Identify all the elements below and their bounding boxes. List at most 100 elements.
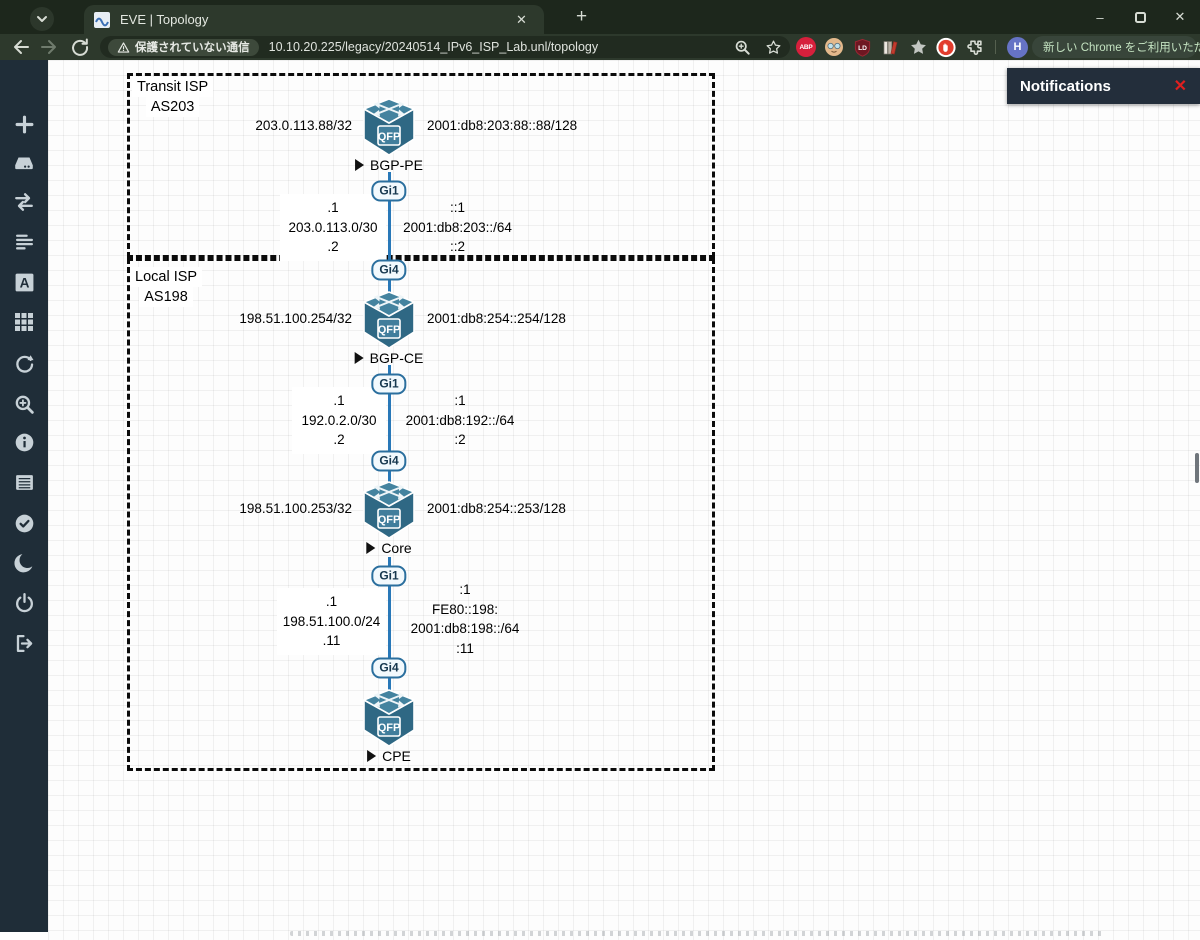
adblock-plus-extension-icon[interactable]: ABP (796, 37, 816, 57)
window-close-button[interactable]: ✕ (1160, 0, 1200, 34)
zone-local-label[interactable]: Local ISP AS198 (130, 267, 202, 307)
security-chip-text: 保護されていない通信 (135, 39, 250, 55)
plus-icon (14, 114, 35, 135)
address-bar[interactable]: 保護されていない通信 10.10.20.225/legacy/20240514_… (100, 36, 790, 58)
svg-text:LD: LD (858, 44, 867, 51)
link2-right-labels: :12001:db8:192::/64:2 (400, 387, 520, 454)
tab-search-button[interactable] (30, 7, 54, 31)
notifications-title: Notifications (1020, 78, 1111, 95)
router-cpe[interactable]: QFP (357, 688, 421, 748)
table-list-icon (14, 472, 35, 493)
url-text[interactable]: 10.10.20.225/legacy/20240514_IPv6_ISP_La… (269, 40, 598, 54)
bookmark-star-icon[interactable] (765, 39, 782, 56)
warning-icon (117, 41, 130, 54)
sidebar-dark-mode-button[interactable] (0, 546, 48, 580)
node-name-text: CPE (382, 748, 411, 764)
play-icon (355, 159, 364, 171)
browser-tab[interactable]: EVE | Topology ✕ (84, 5, 544, 34)
sidebar-networks-button[interactable] (0, 185, 48, 219)
router-bgp-pe[interactable]: QFP (357, 97, 421, 157)
chrome-update-button[interactable]: 新しい Chrome をご利用いただけます ••• (1032, 36, 1197, 58)
eve-favicon (94, 12, 110, 28)
node-label-bgp-pe[interactable]: BGP-PE (355, 157, 423, 173)
sidebar-lab-tasks-button[interactable] (0, 506, 48, 540)
new-tab-button[interactable]: + (576, 8, 587, 26)
node-name-text: BGP-PE (370, 157, 423, 173)
sidebar-startup-configs-button[interactable] (0, 224, 48, 258)
security-chip[interactable]: 保護されていない通信 (108, 39, 259, 56)
ipv4-label-bgp-ce: 198.51.100.254/32 (148, 311, 352, 326)
router-bgp-ce[interactable]: QFP (357, 290, 421, 350)
sidebar-status-button[interactable] (0, 425, 48, 459)
scrollbar-thumb[interactable] (1195, 453, 1199, 483)
qfp-chip-label: QFP (378, 131, 401, 143)
power-icon (14, 592, 35, 613)
router-core[interactable]: QFP (357, 480, 421, 540)
config-lines-icon (14, 231, 35, 252)
refresh-icon (14, 354, 35, 375)
browser-tab-strip: EVE | Topology ✕ + – ✕ (0, 0, 1200, 34)
window-maximize-button[interactable] (1120, 0, 1160, 34)
link1-right-labels: ::12001:db8:203::/64::2 (400, 194, 515, 261)
link3-left-labels: .1198.51.100.0/24.11 (277, 588, 386, 655)
iface-badge-gi4[interactable]: Gi4 (371, 451, 406, 472)
play-icon (366, 542, 375, 554)
sidebar-logout-button[interactable] (0, 626, 48, 660)
ipv4-label-bgp-pe: 203.0.113.88/32 (148, 118, 352, 133)
record-hand-extension-icon[interactable] (936, 37, 956, 57)
notifications-panel: Notifications ✕ (1007, 68, 1200, 104)
node-label-core[interactable]: Core (366, 540, 411, 556)
tab-close-button[interactable]: ✕ (513, 11, 530, 28)
node-label-bgp-ce[interactable]: BGP-CE (355, 350, 424, 366)
play-icon (367, 750, 376, 762)
iface-badge-gi4[interactable]: Gi4 (371, 260, 406, 281)
ld-shield-extension-icon[interactable]: LD (852, 37, 872, 57)
grid-icon (14, 312, 34, 332)
iface-badge-gi1[interactable]: Gi1 (371, 181, 406, 202)
sidebar-add-text-button[interactable]: A (0, 265, 48, 299)
maximize-icon (1135, 12, 1146, 23)
eve-sidebar: A (0, 60, 48, 932)
zone-local-as: AS198 (139, 287, 193, 307)
check-circle-icon (14, 513, 35, 534)
network-arrows-icon (13, 191, 35, 213)
qfp-chip-label: QFP (378, 722, 401, 734)
node-label-cpe[interactable]: CPE (367, 748, 411, 764)
iface-badge-gi1[interactable]: Gi1 (371, 374, 406, 395)
sidebar-objects-grid-button[interactable] (0, 305, 48, 339)
notifications-close-button[interactable]: ✕ (1174, 76, 1187, 96)
ipv6-label-bgp-pe: 2001:db8:203:88::88/128 (427, 118, 577, 133)
toolbar-separator (995, 40, 996, 54)
reload-icon[interactable] (70, 37, 90, 57)
iface-badge-gi4[interactable]: Gi4 (371, 658, 406, 679)
window-minimize-button[interactable]: – (1080, 0, 1120, 34)
sidebar-configured-nodes-button[interactable] (0, 465, 48, 499)
forward-icon[interactable] (40, 37, 60, 57)
back-icon[interactable] (10, 37, 30, 57)
zone-transit-label[interactable]: Transit ISP AS203 (132, 77, 213, 117)
node-name-text: BGP-CE (370, 350, 424, 366)
play-icon (355, 352, 364, 364)
node-drive-icon (13, 152, 35, 174)
face-extension-icon[interactable] (824, 37, 844, 57)
iface-badge-gi1[interactable]: Gi1 (371, 566, 406, 587)
sidebar-shutdown-button[interactable] (0, 585, 48, 619)
moon-icon (13, 552, 36, 575)
chevron-down-icon (36, 13, 48, 25)
books-extension-icon[interactable] (880, 37, 900, 57)
sidebar-nodes-button[interactable] (0, 146, 48, 180)
profile-avatar[interactable]: H (1007, 37, 1028, 58)
chrome-update-text: 新しい Chrome をご利用いただけます (1043, 39, 1200, 55)
sidebar-add-object-button[interactable] (0, 107, 48, 141)
zone-local-name: Local ISP (130, 267, 202, 287)
node-name-text: Core (381, 540, 411, 556)
logout-icon (14, 633, 35, 654)
link3-right-labels: :1FE80::198:2001:db8:198::/64:11 (400, 576, 530, 662)
star-extension-icon[interactable] (908, 37, 928, 57)
sidebar-refresh-button[interactable] (0, 347, 48, 381)
ipv4-label-core: 198.51.100.253/32 (148, 501, 352, 516)
topology-canvas[interactable]: Notifications ✕ Transit ISP AS203 Local … (48, 60, 1200, 940)
zoom-in-icon[interactable] (734, 39, 751, 56)
extensions-puzzle-icon[interactable] (964, 37, 984, 57)
sidebar-zoom-button[interactable] (0, 387, 48, 421)
